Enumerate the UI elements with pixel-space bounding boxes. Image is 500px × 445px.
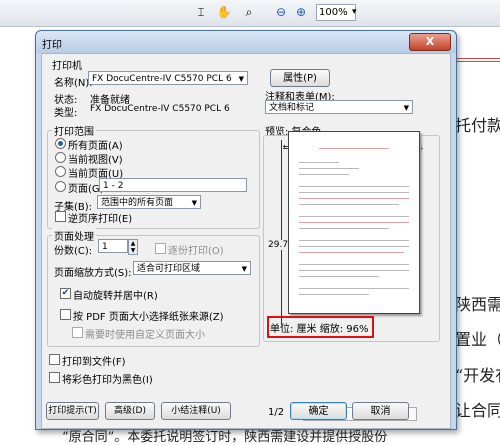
properties-button[interactable]: 属性(P)	[270, 69, 330, 87]
reverse-pages-checkbox[interactable]	[55, 211, 66, 222]
ok-button[interactable]: 确定	[290, 402, 347, 420]
scaling-value: 适合可打印区域	[137, 264, 201, 274]
height-dimension-value: 29.7	[268, 240, 289, 250]
dialog-title: 打印	[42, 40, 62, 51]
print-range-label: 打印范围	[52, 123, 96, 138]
preview-text-line	[299, 174, 349, 175]
doc-text-line: 陕西需	[455, 295, 500, 314]
pages-radio[interactable]	[55, 181, 66, 192]
zoom-out-icon[interactable]: ⊖	[272, 3, 290, 21]
doc-text-line: “开发有	[455, 366, 500, 385]
printer-type-label: 类型:	[54, 108, 78, 119]
preview-text-line	[299, 264, 409, 265]
printer-type-value: FX DocuCentre-IV C5570 PCL 6	[90, 104, 230, 114]
print-to-file-checkbox[interactable]	[49, 354, 60, 365]
auto-rotate-checkbox[interactable]: ✔	[60, 288, 71, 299]
preview-text-line	[319, 148, 389, 149]
subset-select[interactable]: 范围中的所有页面 ▼	[97, 195, 201, 209]
choose-paper-checkbox[interactable]	[60, 309, 71, 320]
custom-paper-label: 需要时使用自定义页面大小	[85, 330, 205, 341]
current-page-radio[interactable]	[55, 166, 66, 177]
chevron-down-icon: ▼	[238, 75, 244, 83]
current-view-radio[interactable]	[55, 152, 66, 163]
copies-label: 份数(C):	[54, 246, 93, 257]
dialog-titlebar[interactable]: 打印 X	[36, 31, 456, 53]
current-view-label: 当前视图(V)	[68, 155, 123, 166]
zoom-level-input[interactable]: 100%	[316, 4, 356, 21]
chevron-down-icon: ▼	[191, 199, 197, 207]
preview-text-line	[299, 246, 409, 247]
preview-text-line	[299, 276, 379, 277]
printer-name-value: FX DocuCentre-IV C5570 PCL 6	[92, 74, 232, 84]
print-to-file-label: 打印到文件(F)	[62, 357, 126, 368]
zoom-in-icon[interactable]: ⊕	[292, 3, 310, 21]
preview-text-line	[299, 186, 409, 187]
auto-rotate-label: 自动旋转并居中(R)	[73, 291, 158, 302]
height-dimension-line	[281, 140, 282, 325]
all-pages-label: 所有页面(A)	[68, 141, 123, 152]
summarize-comments-button[interactable]: 小结注释(U)	[161, 402, 231, 420]
page-preview-thumbnail	[288, 131, 420, 314]
choose-paper-label: 按 PDF 页面大小选择纸张来源(Z)	[73, 312, 224, 323]
print-grayscale-checkbox[interactable]	[49, 372, 60, 383]
zoom-tool-icon[interactable]: ⌕	[240, 3, 258, 21]
cancel-button[interactable]: 取消	[352, 402, 409, 420]
viewer-toolbar: ⌶ ✋ ⌕ ⊖ ⊕ 100% ▾	[0, 0, 500, 27]
printer-name-select[interactable]: FX DocuCentre-IV C5570 PCL 6 ▼	[88, 71, 248, 85]
doc-text-line: 托付款	[455, 116, 500, 135]
custom-paper-checkbox[interactable]	[72, 327, 83, 338]
page-counter: 1/2	[268, 407, 285, 418]
page-handling-label: 页面处理	[52, 228, 96, 243]
advanced-button[interactable]: 高级(D)	[105, 402, 155, 420]
preview-text-line	[299, 270, 409, 271]
comments-forms-select[interactable]: 文档和标记 ▼	[265, 100, 413, 114]
close-button[interactable]: X	[409, 33, 451, 51]
scaling-label: 页面缩放方式(S):	[54, 268, 132, 279]
print-grayscale-label: 将彩色打印为黑色(I)	[62, 375, 153, 386]
preview-text-line	[299, 162, 339, 163]
preview-text-line	[299, 198, 409, 199]
preview-text-line	[299, 222, 409, 223]
printer-name-label: 名称(N):	[54, 78, 93, 89]
collate-label: 逐份打印(O)	[168, 246, 224, 257]
hand-tool-icon[interactable]: ✋	[215, 3, 233, 21]
preview-text-line	[299, 240, 409, 241]
pages-range-input[interactable]: 1 - 2	[99, 178, 247, 192]
comments-forms-value: 文档和标记	[269, 103, 315, 113]
copies-input[interactable]: 1	[98, 239, 128, 253]
all-pages-radio[interactable]	[55, 138, 66, 149]
preview-text-line	[299, 288, 409, 289]
print-tips-button[interactable]: 打印提示(T)	[46, 402, 99, 420]
scaling-select[interactable]: 适合可打印区域 ▼	[133, 261, 251, 275]
collate-checkbox[interactable]	[155, 243, 166, 254]
doc-text-line: 让合同	[455, 401, 500, 420]
chevron-down-icon: ▼	[403, 104, 409, 112]
zoom-dropdown-icon[interactable]: ▾	[352, 4, 362, 20]
preview-text-line	[299, 294, 369, 295]
doc-text-line: 置业（	[455, 330, 500, 349]
preview-text-line	[299, 216, 409, 217]
reverse-pages-label: 逆页序打印(E)	[68, 214, 133, 225]
annotation-highlight-box	[267, 316, 374, 338]
preview-text-line	[299, 168, 359, 169]
preview-text-line	[299, 228, 389, 229]
preview-text-line	[299, 192, 409, 193]
chevron-down-icon: ▼	[241, 265, 247, 273]
select-tool-icon[interactable]: ⌶	[192, 3, 210, 21]
preview-text-line	[299, 204, 399, 205]
printer-group-label: 打印机	[52, 61, 82, 72]
preview-text-line	[299, 252, 404, 253]
copies-spinner-icon[interactable]: ▲ ▼	[128, 239, 138, 255]
subset-value: 范围中的所有页面	[101, 198, 174, 208]
